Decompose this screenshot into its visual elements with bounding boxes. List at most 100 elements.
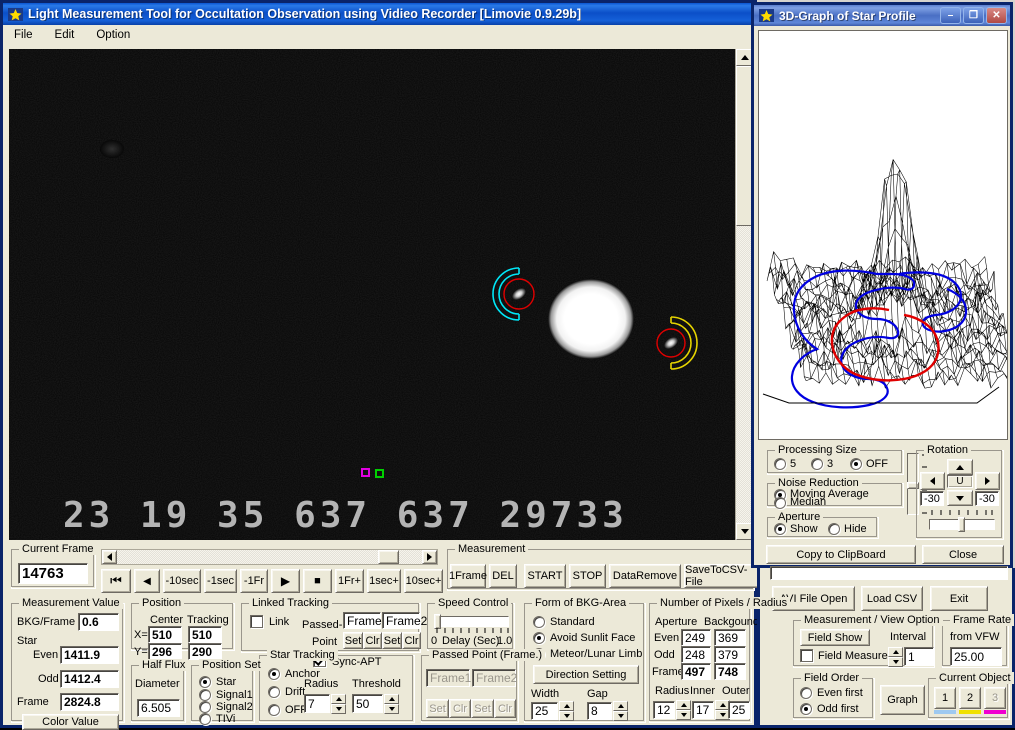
field-order-radio-even-first[interactable] (800, 687, 812, 699)
speed-slider-track[interactable] (434, 614, 509, 629)
threshold-value[interactable]: 50 (352, 694, 383, 713)
transport-play-button[interactable]: ▶ (271, 569, 300, 593)
transport-minus10sec-button[interactable]: -10sec (163, 569, 201, 593)
y-center-value[interactable]: 296 (148, 643, 182, 660)
transport-prev-button[interactable]: ◀ (134, 569, 160, 593)
rotate-up-button[interactable] (947, 459, 973, 475)
rotation-slider-thumb[interactable] (958, 517, 965, 532)
position-set-radio-star[interactable] (199, 676, 211, 688)
even-value[interactable]: 1411.9 (60, 646, 119, 664)
current-object-button-1[interactable]: 1 (934, 687, 956, 709)
radius-spinner-up[interactable] (331, 694, 346, 704)
gap-spinner-down[interactable] (613, 711, 628, 721)
ap-inner-value[interactable]: 17 (692, 701, 714, 719)
processing-size-radio-5[interactable] (774, 458, 786, 470)
radius-spinner[interactable] (331, 694, 346, 714)
frame-value[interactable]: 2824.8 (60, 693, 119, 711)
frame-scrollbar[interactable] (101, 549, 438, 565)
width-spinner-down[interactable] (559, 711, 574, 721)
pixels-odd-background[interactable]: 379 (714, 646, 746, 663)
position-set-radio-tivi[interactable] (199, 713, 211, 725)
measure-stop-button[interactable]: STOP (569, 564, 606, 588)
y-tracking-value[interactable]: 290 (188, 643, 222, 660)
radius-spinner-down[interactable] (331, 704, 346, 714)
linked-frame2-field[interactable]: Frame2 (382, 612, 427, 629)
ap-radius-spinner-down[interactable] (676, 710, 691, 720)
close-window-button[interactable]: ✕ (986, 7, 1007, 24)
half-flux-value[interactable]: 6.505 (137, 699, 180, 717)
minimize-button[interactable]: – (940, 7, 961, 24)
graph-button[interactable]: Graph (880, 685, 925, 715)
linked-frame2-clr-button[interactable]: Clr (402, 632, 421, 649)
processing-size-radio-off[interactable] (850, 458, 862, 470)
star-tracking-radio-off[interactable] (268, 704, 280, 716)
current-object-button-2[interactable]: 2 (959, 687, 981, 709)
frame-scroll-thumb[interactable] (378, 550, 399, 564)
star-tracking-radio-drift[interactable] (268, 686, 280, 698)
transport-minus1sec-button[interactable]: -1sec (204, 569, 237, 593)
linked-frame1-set-button[interactable]: Set (343, 632, 363, 649)
odd-value[interactable]: 1412.4 (60, 670, 119, 688)
pixels-even-background[interactable]: 369 (714, 629, 746, 646)
measure-del-button[interactable]: DEL (489, 564, 517, 588)
rotate-left-button[interactable] (920, 472, 945, 490)
bkg-per-frame-value[interactable]: 0.6 (78, 613, 119, 631)
gap-spinner[interactable] (613, 701, 628, 721)
pixels-odd-aperture[interactable]: 248 (681, 646, 711, 663)
linked-frame2-set-button[interactable]: Set (382, 632, 402, 649)
interval-value[interactable]: 1 (904, 647, 934, 666)
width-value[interactable]: 25 (531, 702, 558, 720)
video-canvas[interactable]: 23 19 35 637 637 29733 (9, 49, 736, 540)
rotation-slider-track[interactable] (929, 517, 995, 532)
link-checkbox[interactable] (250, 615, 263, 628)
transport-plus10sec-button[interactable]: 10sec+ (404, 569, 443, 593)
star-tracking-radio-anchor[interactable] (268, 668, 280, 680)
exit-button[interactable]: Exit (930, 586, 988, 611)
rotation-left-value[interactable]: -30 (920, 491, 944, 506)
graph-aperture-radio-hide[interactable] (828, 523, 840, 535)
graph-close-button[interactable]: Close (922, 545, 1004, 564)
graph-aperture-radio-show[interactable] (774, 523, 786, 535)
threshold-spinner[interactable] (384, 694, 399, 714)
transport-plus1frame-button[interactable]: 1Fr+ (335, 569, 364, 593)
frame-rate-value[interactable]: 25.00 (950, 647, 1002, 666)
speed-slider-thumb[interactable] (434, 614, 441, 629)
transport-stop-button[interactable]: ■ (303, 569, 332, 593)
pixels-frame-aperture[interactable]: 497 (681, 663, 711, 680)
rotate-reset-button[interactable]: U (947, 475, 973, 488)
measure-start-button[interactable]: START (524, 564, 566, 588)
field-show-button[interactable]: Field Show (800, 629, 870, 646)
x-tracking-value[interactable]: 510 (188, 626, 222, 643)
measure-dataremove-button[interactable]: DataRemove (609, 564, 681, 588)
linked-frame1-field[interactable]: Frame1 (343, 612, 388, 629)
gap-spinner-up[interactable] (613, 701, 628, 711)
ap-outer-value[interactable]: 25 (728, 701, 750, 719)
field-order-radio-odd-first[interactable] (800, 703, 812, 715)
transport-plus1sec-button[interactable]: 1sec+ (367, 569, 401, 593)
menu-option[interactable]: Option (93, 28, 133, 42)
threshold-spinner-up[interactable] (384, 694, 399, 704)
processing-size-radio-3[interactable] (811, 458, 823, 470)
interval-spinner[interactable] (888, 647, 903, 667)
maximize-button[interactable]: ❐ (963, 7, 984, 24)
radius-value[interactable]: 7 (304, 694, 330, 713)
rotation-right-value[interactable]: -30 (975, 491, 999, 506)
position-set-radio-signal2[interactable] (199, 701, 211, 713)
transport-minus1frame-button[interactable]: -1Fr (240, 569, 268, 593)
ap-radius-value[interactable]: 12 (653, 701, 675, 719)
ap-radius-spinner-up[interactable] (676, 700, 691, 710)
width-spinner-up[interactable] (559, 701, 574, 711)
direction-setting-button[interactable]: Direction Setting (533, 665, 639, 684)
width-spinner[interactable] (559, 701, 574, 721)
position-set-radio-signal1[interactable] (199, 689, 211, 701)
pixels-even-aperture[interactable]: 249 (681, 629, 711, 646)
menu-edit[interactable]: Edit (52, 28, 78, 42)
load-csv-button[interactable]: Load CSV (861, 586, 923, 611)
rotate-right-button[interactable] (975, 472, 1000, 490)
copy-to-clipboard-button[interactable]: Copy to ClipBoard (766, 545, 916, 564)
gap-value[interactable]: 8 (587, 702, 612, 720)
pixels-frame-background[interactable]: 748 (714, 663, 746, 680)
interval-spinner-down[interactable] (888, 657, 903, 667)
measure-1frame-button[interactable]: 1Frame (449, 564, 487, 588)
field-measure-checkbox[interactable] (800, 649, 813, 662)
